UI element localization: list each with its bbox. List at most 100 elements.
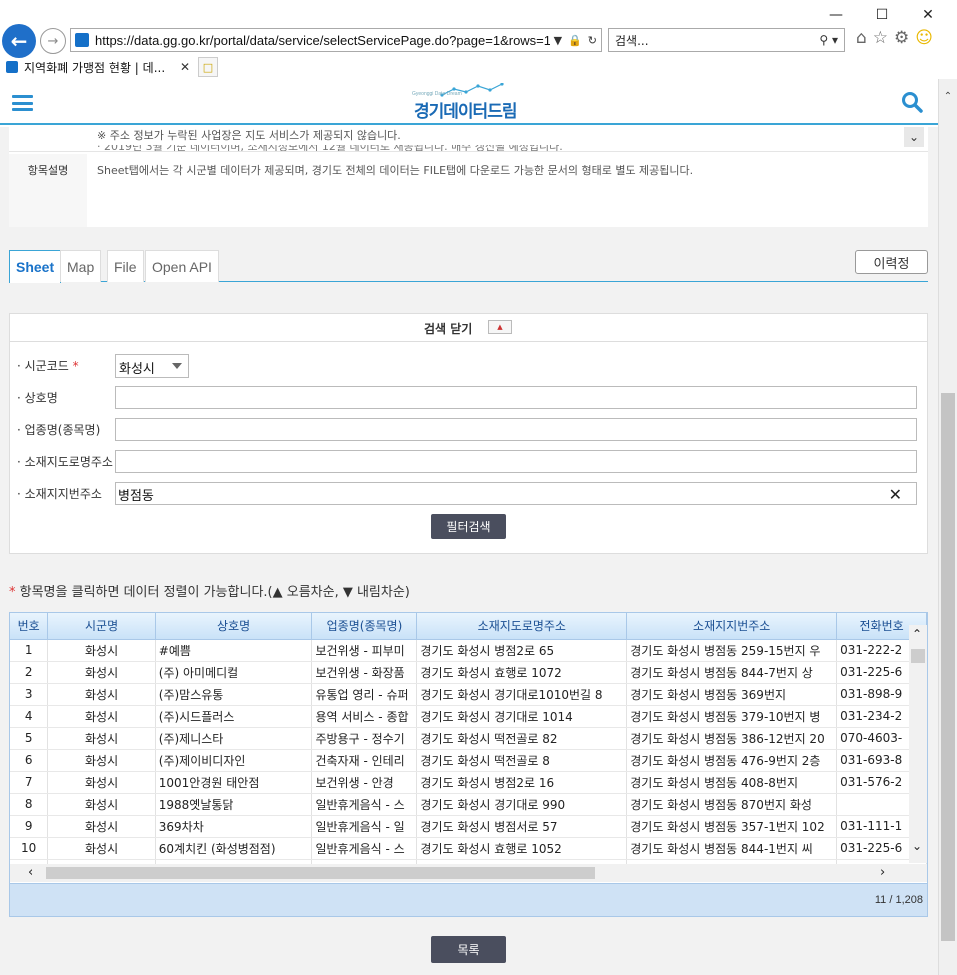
collapse-toggle-icon[interactable]: ▲ (488, 320, 512, 334)
filter-search-button[interactable]: 필터검색 (431, 514, 506, 539)
tab-close-icon[interactable]: ✕ (180, 60, 190, 74)
table-cell: 일반휴게음식 - 스 (311, 837, 418, 860)
grid-vscroll-thumb[interactable] (911, 649, 925, 663)
browser-tab[interactable]: 지역화폐 가맹점 현황 | 데... ✕ (2, 56, 194, 78)
filter-panel: 검색 닫기 ▲ · 시군코드 * 화성시 · 상호명 · 업종명(종목명) · … (9, 313, 928, 554)
new-tab-button[interactable]: □ (198, 57, 218, 77)
dropdown-icon[interactable]: ▼ (554, 34, 562, 47)
table-cell: 1 (10, 639, 49, 662)
table-cell: 주방용구 - 정수기 (311, 727, 418, 750)
table-row[interactable]: 2 화성시 (주) 아미메디컬 보건위생 - 화장품 경기도 화성시 효행로 1072 경… (10, 661, 927, 684)
address-url[interactable]: https://data.gg.go.kr/portal/data/servic… (95, 33, 550, 48)
table-cell: 경기도 화성시 떡전골로 82 (416, 727, 628, 750)
table-cell: 1001안경원 태안점 (155, 771, 313, 794)
table-cell: 3 (10, 683, 49, 706)
table-row[interactable]: 4 화성시 (주)시드플러스 용역 서비스 - 종합 경기도 화성시 경기대로 1014… (10, 705, 927, 728)
menu-icon[interactable] (12, 95, 33, 111)
info-notice: ※ 주소 정보가 누락된 사업장은 지도 서비스가 제공되지 않습니다. (97, 129, 401, 142)
table-row[interactable]: 7 화성시 1001안경원 태안점 보건위생 - 안경 경기도 화성시 병점2로 16 경… (10, 771, 927, 794)
lock-icon[interactable]: 🔒 (568, 34, 582, 47)
city-code-select[interactable]: 화성시 (115, 354, 189, 378)
table-cell: 경기도 화성시 병점동 369번지 (626, 683, 838, 706)
home-icon[interactable]: ⌂ (856, 28, 867, 48)
browser-chrome: — ☐ ✕ ← → https://data.gg.go.kr/portal/d… (0, 0, 957, 79)
table-cell: 경기도 화성시 병점동 259-15번지 우 (626, 639, 838, 662)
refresh-icon[interactable]: ↻ (588, 34, 597, 47)
history-button[interactable]: 이력정 (855, 250, 928, 274)
table-cell: 화성시 (47, 705, 156, 728)
back-button[interactable]: ← (2, 24, 36, 58)
data-grid: 번호 시군명 상호명 업종명(종목명) 소재지도로명주소 소재지지번주소 전화번… (9, 612, 928, 917)
site-logo[interactable]: Gyeonggi Data Dream 경기데이터드림 (410, 79, 530, 123)
browser-search-box[interactable]: 검색... ⚲ ▾ (608, 28, 845, 52)
table-row[interactable]: 6 화성시 (주)제이비디자인 건축자재 - 인테리 경기도 화성시 떡전골로 8 경기도… (10, 749, 927, 772)
lot-address-input[interactable]: 병점동 ✕ (115, 482, 917, 505)
column-header[interactable]: 상호명 (155, 613, 313, 640)
page-scrollbar[interactable]: ⌃ (938, 79, 957, 975)
table-row[interactable]: 3 화성시 (주)맘스유통 유통업 영리 - 슈퍼 경기도 화성시 경기대로1010번길… (10, 683, 927, 706)
table-row[interactable]: 5 화성시 (주)제니스타 주방용구 - 정수기 경기도 화성시 떡전골로 82 경기도 … (10, 727, 927, 750)
column-header[interactable]: 업종명(종목명) (311, 613, 418, 640)
grid-horizontal-scrollbar[interactable]: ‹ › (10, 864, 927, 882)
table-cell: 60계치킨 (화성병점점) (155, 837, 313, 860)
address-bar[interactable]: https://data.gg.go.kr/portal/data/servic… (70, 28, 602, 52)
tab-open-api[interactable]: Open API (145, 250, 219, 282)
site-search-icon[interactable] (901, 91, 923, 113)
table-cell: 경기도 화성시 병점동 844-1번지 씨 (626, 837, 838, 860)
info-field-label: 항목설명 (9, 154, 87, 227)
table-cell: 화성시 (47, 771, 156, 794)
maximize-icon[interactable]: ☐ (859, 4, 905, 26)
gear-icon[interactable]: ⚙ (894, 28, 909, 48)
chevron-down-icon[interactable]: ⌄ (912, 839, 922, 853)
table-cell: (주)맘스유통 (155, 683, 313, 706)
table-cell: 1988옛날통닭 (155, 793, 313, 816)
table-cell: 화성시 (47, 793, 156, 816)
table-cell: 경기도 화성시 병점동 476-9번지 2층 (626, 749, 838, 772)
clear-input-icon[interactable]: ✕ (889, 485, 902, 504)
chevron-down-icon[interactable]: ⌄ (904, 127, 924, 147)
tab-map[interactable]: Map (60, 250, 102, 282)
site-favicon-icon (75, 33, 89, 47)
column-header[interactable]: 소재지지번주소 (626, 613, 838, 640)
table-row[interactable]: 10 화성시 60계치킨 (화성병점점) 일반휴게음식 - 스 경기도 화성시 효행로 … (10, 837, 927, 860)
chevron-up-icon[interactable]: ⌃ (912, 627, 922, 641)
table-row[interactable]: 9 화성시 369차차 일반휴게음식 - 일 경기도 화성시 병점서로 57 경기도 화성… (10, 815, 927, 838)
table-cell: 용역 서비스 - 종합 (311, 705, 418, 728)
column-header[interactable]: 번호 (10, 613, 49, 640)
browser-tab-title: 지역화폐 가맹점 현황 | 데... (24, 60, 166, 75)
industry-input[interactable] (115, 418, 917, 441)
table-cell: 369차차 (155, 815, 313, 838)
smiley-feedback-icon[interactable]: ☺ (915, 28, 933, 48)
info-notice-cut: · 2019년 3월 기준 데이터이며, 소재지정보에서 12월 데이터로 재공… (97, 145, 917, 151)
filter-title[interactable]: 검색 닫기 (424, 320, 472, 337)
table-cell: 경기도 화성시 효행로 1072 (416, 661, 628, 684)
table-cell: 경기도 화성시 효행로 1052 (416, 837, 628, 860)
scroll-up-icon[interactable]: ⌃ (939, 91, 957, 102)
list-button[interactable]: 목록 (431, 936, 506, 963)
table-cell: 화성시 (47, 639, 156, 662)
grid-hscroll-thumb[interactable] (46, 867, 595, 879)
table-cell: 6 (10, 749, 49, 772)
filter-row-city: · 시군코드 * 화성시 (10, 354, 927, 378)
close-icon[interactable]: ✕ (905, 4, 951, 26)
page-scroll-thumb[interactable] (941, 393, 955, 941)
table-cell: 2 (10, 661, 49, 684)
minimize-icon[interactable]: — (813, 4, 859, 26)
table-row[interactable]: 1 화성시 #예쁨 보건위생 - 피부미 경기도 화성시 병점2로 65 경기도 화성시 … (10, 639, 927, 662)
filter-label-road-address: · 소재지도로명주소 (17, 455, 113, 469)
forward-button[interactable]: → (40, 28, 66, 54)
table-cell: 9 (10, 815, 49, 838)
chevron-right-icon[interactable]: › (880, 865, 885, 880)
column-header[interactable]: 시군명 (47, 613, 156, 640)
table-row[interactable]: 8 화성시 1988옛날통닭 일반휴게음식 - 스 경기도 화성시 경기대로 990 경기… (10, 793, 927, 816)
tab-sheet[interactable]: Sheet (9, 250, 62, 283)
tab-file[interactable]: File (107, 250, 144, 282)
road-address-input[interactable] (115, 450, 917, 473)
column-header[interactable]: 소재지도로명주소 (416, 613, 628, 640)
favorites-star-icon[interactable]: ☆ (873, 28, 888, 48)
chevron-left-icon[interactable]: ‹ (28, 865, 33, 880)
table-cell: 경기도 화성시 병점동 379-10번지 병 (626, 705, 838, 728)
store-name-input[interactable] (115, 386, 917, 409)
search-icon[interactable]: ⚲ ▾ (819, 33, 838, 47)
grid-vertical-scrollbar[interactable]: ⌃ ⌄ (909, 625, 927, 863)
